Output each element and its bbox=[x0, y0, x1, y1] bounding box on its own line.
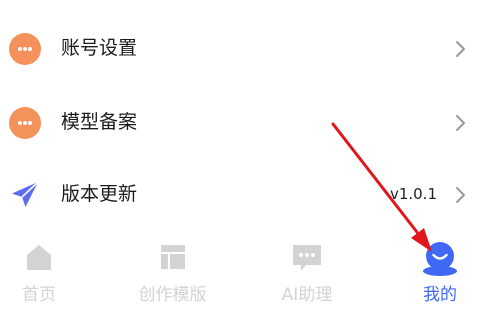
chevron-right-icon bbox=[456, 187, 465, 203]
more-dots-icon bbox=[9, 107, 41, 139]
version-value: v1.0.1 bbox=[389, 185, 437, 203]
tab-label: 我的 bbox=[423, 285, 457, 305]
tab-label: AI助理 bbox=[281, 285, 333, 305]
tab-home[interactable]: 首页 bbox=[0, 237, 78, 319]
menu-item-label: 模型备案 bbox=[61, 111, 138, 133]
more-dots-icon bbox=[9, 33, 41, 65]
tab-ai-assistant[interactable]: AI助理 bbox=[262, 237, 352, 319]
chat-icon bbox=[293, 245, 321, 271]
menu-item-version-update[interactable]: 版本更新 v1.0.1 bbox=[0, 163, 487, 225]
template-icon bbox=[160, 245, 185, 269]
home-icon bbox=[27, 245, 51, 270]
paper-plane-icon bbox=[9, 179, 41, 211]
profile-icon bbox=[423, 242, 457, 276]
tab-label: 首页 bbox=[22, 285, 56, 305]
tab-templates[interactable]: 创作模版 bbox=[120, 237, 225, 319]
menu-item-model-filing[interactable]: 模型备案 bbox=[0, 91, 487, 153]
chevron-right-icon bbox=[456, 115, 465, 131]
menu-item-label: 版本更新 bbox=[61, 183, 138, 205]
chevron-right-icon bbox=[456, 41, 465, 57]
menu-item-account-settings[interactable]: 账号设置 bbox=[0, 17, 487, 79]
bottom-tab-bar: 首页 创作模版 AI助理 我的 bbox=[0, 237, 487, 319]
tab-label: 创作模版 bbox=[138, 285, 207, 305]
profile-screen: 账号设置 模型备案 版本更新 v1.0.1 首页 创作模版 AI助理 我的 bbox=[0, 0, 487, 319]
menu-item-label: 账号设置 bbox=[61, 37, 138, 59]
tab-mine[interactable]: 我的 bbox=[404, 237, 476, 319]
